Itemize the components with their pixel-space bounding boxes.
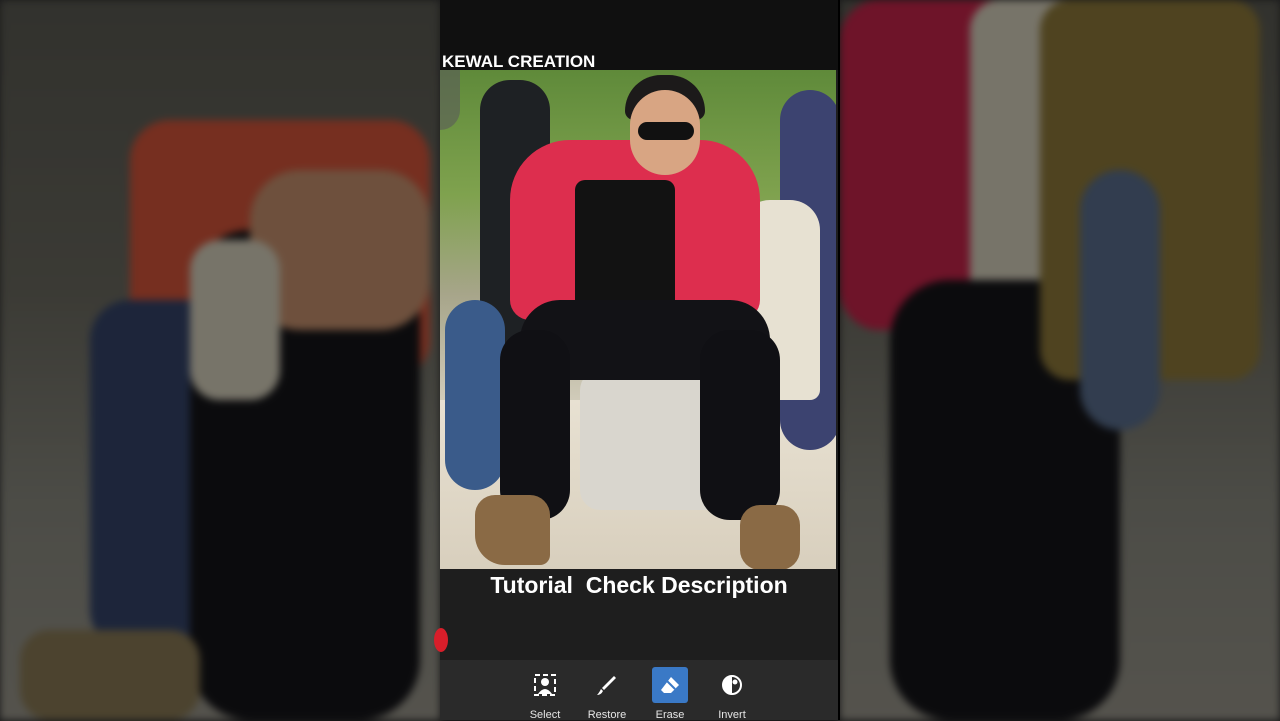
erase-tool[interactable]: Erase xyxy=(643,660,697,721)
brush-icon xyxy=(589,667,625,703)
invert-icon xyxy=(714,667,750,703)
blurred-background-right xyxy=(840,0,1280,720)
watermark-text: KEWAL CREATION xyxy=(442,52,596,71)
select-tool[interactable]: Select xyxy=(518,660,572,721)
invert-label: Invert xyxy=(718,709,746,721)
record-indicator xyxy=(434,628,448,652)
select-label: Select xyxy=(529,709,561,721)
select-person-icon xyxy=(527,667,563,703)
edited-photo[interactable] xyxy=(440,70,836,569)
restore-tool[interactable]: Restore xyxy=(580,660,634,721)
phone-screen: KEWAL CREATION Tutorial Check Descriptio… xyxy=(434,0,838,721)
tool-bar: Select Restore Erase Invert xyxy=(440,660,838,721)
invert-tool[interactable]: Invert xyxy=(705,660,759,721)
erase-label: Erase xyxy=(655,709,685,721)
blurred-background-left xyxy=(0,0,440,720)
restore-label: Restore xyxy=(587,709,627,721)
tutorial-caption: Tutorial Check Description xyxy=(490,572,788,598)
screen-edge xyxy=(838,0,840,720)
eraser-icon xyxy=(652,667,688,703)
